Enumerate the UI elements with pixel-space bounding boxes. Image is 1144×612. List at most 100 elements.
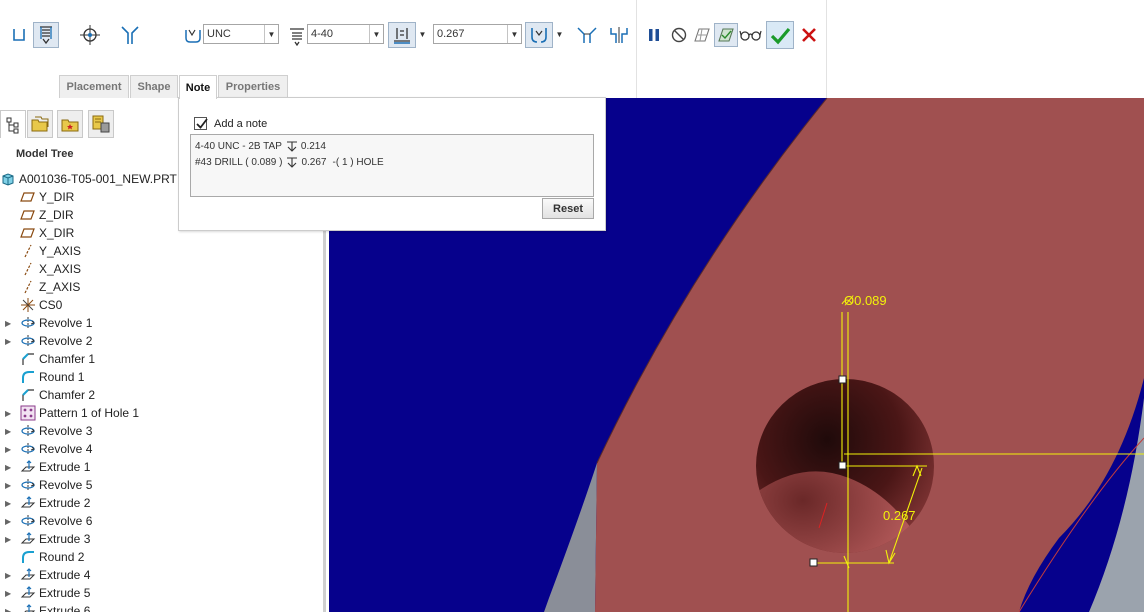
extrude-icon	[20, 585, 36, 601]
expand-arrow-icon[interactable]: ▶	[5, 589, 13, 598]
depth-flip-icon[interactable]	[525, 22, 553, 48]
chevron-down-icon[interactable]: ▼	[507, 25, 521, 43]
tree-item-pattern-1-of-hole-1[interactable]: ▶ Pattern 1 of Hole 1	[0, 404, 320, 422]
thread-size-icon	[285, 24, 309, 48]
tree-item-round-2[interactable]: Round 2	[0, 548, 320, 566]
expand-arrow-icon[interactable]: ▶	[5, 409, 13, 418]
depth-symbol-icon	[287, 157, 298, 168]
tree-item-revolve-1[interactable]: ▶ Revolve 1	[0, 314, 320, 332]
datum-axis-icon	[20, 261, 36, 277]
pause-icon[interactable]	[642, 23, 666, 47]
tree-item-revolve-3[interactable]: ▶ Revolve 3	[0, 422, 320, 440]
expand-arrow-icon[interactable]: ▶	[5, 607, 13, 612]
tree-item-label: Extrude 2	[39, 496, 91, 510]
tree-item-extrude-3[interactable]: ▶ Extrude 3	[0, 530, 320, 548]
tree-item-revolve-5[interactable]: ▶ Revolve 5	[0, 476, 320, 494]
tapped-icon[interactable]	[181, 24, 205, 48]
note-line-1: 4-40 UNC - 2B TAP 0.214	[195, 139, 589, 155]
extrude-icon	[20, 603, 36, 612]
tree-item-revolve-2[interactable]: ▶ Revolve 2	[0, 332, 320, 350]
tree-item-chamfer-2[interactable]: Chamfer 2	[0, 386, 320, 404]
glasses-icon[interactable]	[739, 23, 763, 47]
tree-item-label: Revolve 6	[39, 514, 93, 528]
revolve-icon	[20, 423, 36, 439]
tree-item-extrude-2[interactable]: ▶ Extrude 2	[0, 494, 320, 512]
tab-shape[interactable]: Shape	[130, 75, 178, 98]
depth-type-icon[interactable]	[388, 22, 416, 48]
note-line-2: #43 DRILL ( 0.089 ) 0.267 -( 1 ) HOLE	[195, 155, 589, 171]
expand-arrow-icon[interactable]: ▶	[5, 517, 13, 526]
note-line-2-text: #43 DRILL ( 0.089 )	[195, 157, 283, 168]
revolve-icon	[20, 477, 36, 493]
sketch-hole-icon[interactable]	[78, 23, 102, 47]
model-tree-tab[interactable]	[0, 110, 26, 138]
screw-size-select[interactable]: 4-40 ▼	[307, 24, 384, 44]
tree-item-label: Z_DIR	[39, 208, 74, 222]
add-note-checkbox[interactable]	[194, 117, 208, 130]
tree-item-label: Extrude 1	[39, 460, 91, 474]
tree-item-label: Z_AXIS	[39, 280, 81, 294]
note-text-area[interactable]: 4-40 UNC - 2B TAP 0.214 #43 DRILL ( 0.08…	[190, 134, 594, 197]
folder-browser-tab[interactable]	[27, 110, 53, 138]
tree-item-round-1[interactable]: Round 1	[0, 368, 320, 386]
chamfer-icon	[20, 387, 36, 403]
tree-item-z-axis[interactable]: Z_AXIS	[0, 278, 320, 296]
revolve-icon	[20, 315, 36, 331]
expand-arrow-icon[interactable]: ▶	[5, 481, 13, 490]
expand-arrow-icon[interactable]: ▶	[5, 463, 13, 472]
tree-item-x-axis[interactable]: X_AXIS	[0, 260, 320, 278]
chevron-down-icon[interactable]: ▼	[369, 25, 383, 43]
tree-item-extrude-5[interactable]: ▶ Extrude 5	[0, 584, 320, 602]
tree-item-cs0[interactable]: CS0	[0, 296, 320, 314]
reset-button[interactable]: Reset	[542, 198, 594, 219]
layer-tree-tab[interactable]	[88, 110, 114, 138]
standard-hole-icon[interactable]	[33, 22, 59, 48]
screw-size-value: 4-40	[311, 28, 334, 40]
tree-item-extrude-6[interactable]: ▶ Extrude 6	[0, 602, 320, 612]
expand-arrow-icon[interactable]: ▶	[5, 571, 13, 580]
expand-arrow-icon[interactable]: ▶	[5, 427, 13, 436]
tree-item-chamfer-1[interactable]: Chamfer 1	[0, 350, 320, 368]
pattern-icon	[20, 405, 36, 421]
extrude-icon	[20, 459, 36, 475]
tab-placement[interactable]: Placement	[59, 75, 129, 98]
thread-standard-select[interactable]: UNC ▼	[203, 24, 279, 44]
cancel-x-icon[interactable]	[797, 23, 821, 47]
tree-item-revolve-4[interactable]: ▶ Revolve 4	[0, 440, 320, 458]
tree-item-extrude-1[interactable]: ▶ Extrude 1	[0, 458, 320, 476]
expand-arrow-icon[interactable]: ▶	[5, 499, 13, 508]
datum-plane-icon	[20, 189, 36, 205]
ok-checkmark-icon[interactable]	[766, 21, 794, 49]
expand-arrow-icon[interactable]: ▶	[5, 445, 13, 454]
counterbore-option-icon[interactable]	[607, 23, 631, 47]
datum-plane-icon	[20, 207, 36, 223]
tab-note[interactable]: Note	[179, 75, 217, 99]
tree-item-label: Round 2	[39, 550, 85, 564]
toolbar-separator	[636, 0, 637, 98]
tree-item-y-axis[interactable]: Y_AXIS	[0, 242, 320, 260]
note-line-1-text: 4-40 UNC - 2B TAP	[195, 141, 282, 152]
expand-arrow-icon[interactable]: ▶	[5, 337, 13, 346]
no-preview-icon[interactable]	[667, 23, 691, 47]
depth-type-dropdown-icon[interactable]: ▼	[418, 26, 427, 42]
straight-hole-icon[interactable]	[7, 23, 31, 47]
tab-properties[interactable]: Properties	[218, 75, 288, 98]
expand-arrow-icon[interactable]: ▶	[5, 319, 13, 328]
tree-item-label: Y_AXIS	[39, 244, 82, 258]
expand-arrow-icon[interactable]: ▶	[5, 535, 13, 544]
depth-dimension[interactable]: 0.267	[883, 508, 916, 523]
chevron-down-icon[interactable]: ▼	[264, 25, 278, 43]
countersink-icon[interactable]	[118, 23, 142, 47]
tree-item-label: Extrude 4	[39, 568, 91, 582]
countersink-option-icon[interactable]	[575, 23, 599, 47]
geometry-preview-icon[interactable]	[690, 23, 714, 47]
tree-item-label: Pattern 1 of Hole 1	[39, 406, 140, 420]
tree-item-revolve-6[interactable]: ▶ Revolve 6	[0, 512, 320, 530]
depth-value-input[interactable]: 0.267 ▼	[433, 24, 522, 44]
favorites-tab[interactable]	[57, 110, 83, 138]
depth-flip-dropdown-icon[interactable]: ▼	[555, 26, 564, 42]
verify-mode-icon[interactable]	[714, 23, 738, 47]
diameter-dimension[interactable]: Ø0.089	[844, 293, 887, 308]
tree-item-extrude-4[interactable]: ▶ Extrude 4	[0, 566, 320, 584]
add-note-label: Add a note	[214, 118, 268, 130]
